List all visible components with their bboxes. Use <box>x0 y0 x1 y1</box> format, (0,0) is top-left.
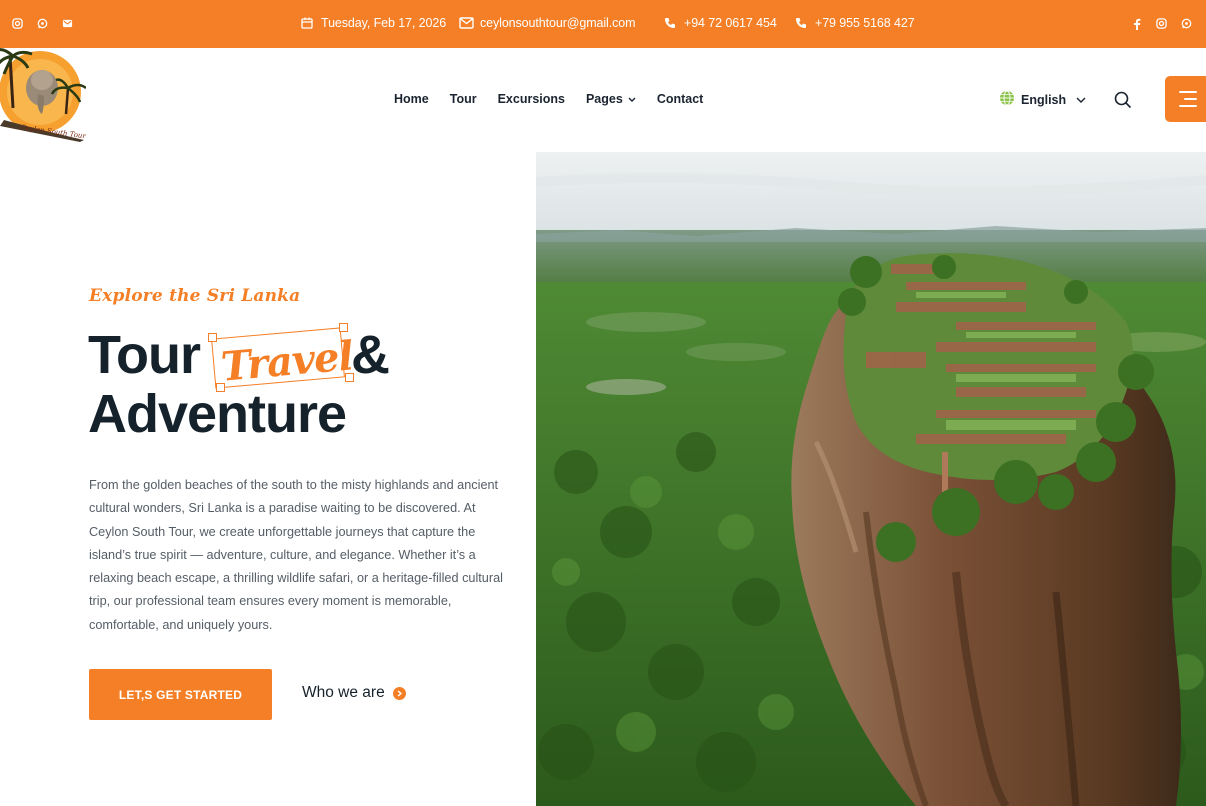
globe-icon <box>999 90 1015 109</box>
facebook-icon[interactable] <box>1129 16 1144 31</box>
date-info: Tuesday, Feb 17, 2026 <box>299 15 446 31</box>
search-icon[interactable] <box>1113 90 1133 110</box>
headline-tour: Tour <box>88 325 201 385</box>
hamburger-icon <box>1179 91 1197 107</box>
hero-headline: Tour Travel & Adventure <box>88 323 390 445</box>
email-info[interactable]: ceylonsouthtour@gmail.com <box>458 15 636 31</box>
top-social-right <box>1129 16 1194 31</box>
chevron-down-icon <box>628 92 636 106</box>
nav-pages-label: Pages <box>585 92 623 106</box>
language-selector[interactable]: English <box>999 90 1086 109</box>
phone1-text[interactable]: +94 72 0617 454 <box>684 16 777 30</box>
email-icon[interactable] <box>60 16 75 31</box>
phone1-info[interactable]: +94 72 0617 454 <box>662 15 777 31</box>
hero-subtitle: Explore the Sri Lanka <box>89 286 301 306</box>
nav-home[interactable]: Home <box>394 92 429 106</box>
hero-image-sigiriya-rock <box>536 152 1206 806</box>
who-we-are-link[interactable]: Who we are <box>302 684 406 702</box>
get-started-button[interactable]: LET,S GET STARTED <box>89 669 272 720</box>
who-we-are-label: Who we are <box>302 684 385 701</box>
language-label: English <box>1021 92 1067 107</box>
email-text[interactable]: ceylonsouthtour@gmail.com <box>480 16 636 30</box>
chevron-down-icon <box>1076 93 1086 107</box>
headline-adventure: Adventure <box>88 384 347 444</box>
phone2-text[interactable]: +79 955 5168 427 <box>815 16 915 30</box>
calendar-icon <box>299 15 315 31</box>
phone2-info[interactable]: +79 955 5168 427 <box>793 15 915 31</box>
site-logo[interactable]: Ceylon South Tour <box>0 48 87 144</box>
envelope-icon <box>458 15 474 31</box>
nav-excursions-label: Excursions <box>497 92 565 106</box>
instagram-icon[interactable] <box>1154 16 1169 31</box>
nav-contact-label: Contact <box>656 92 704 106</box>
headline-travel: Travel <box>219 332 355 391</box>
nav-excursions[interactable]: Excursions <box>498 92 565 106</box>
nav-tour-label: Tour <box>449 92 477 106</box>
top-bar-torn-edge <box>0 40 1206 52</box>
whatsapp-icon[interactable] <box>35 16 50 31</box>
menu-button[interactable] <box>1165 76 1206 122</box>
nav-contact[interactable]: Contact <box>657 92 704 106</box>
date-text: Tuesday, Feb 17, 2026 <box>321 16 447 30</box>
phone-icon <box>793 15 809 31</box>
headline-amp: & <box>350 325 390 385</box>
top-social-left <box>10 16 75 31</box>
headline-script-box: Travel <box>207 323 354 392</box>
nav-pages[interactable]: Pages <box>586 92 636 106</box>
hero-description: From the golden beaches of the south to … <box>89 478 503 632</box>
instagram-icon[interactable] <box>10 16 25 31</box>
phone-icon <box>662 15 678 31</box>
nav-tour[interactable]: Tour <box>450 92 477 106</box>
nav-home-label: Home <box>394 92 429 106</box>
arrow-right-icon <box>392 686 406 700</box>
main-nav: Home Tour Excursions Pages Contact <box>394 92 724 106</box>
whatsapp-icon[interactable] <box>1179 16 1194 31</box>
